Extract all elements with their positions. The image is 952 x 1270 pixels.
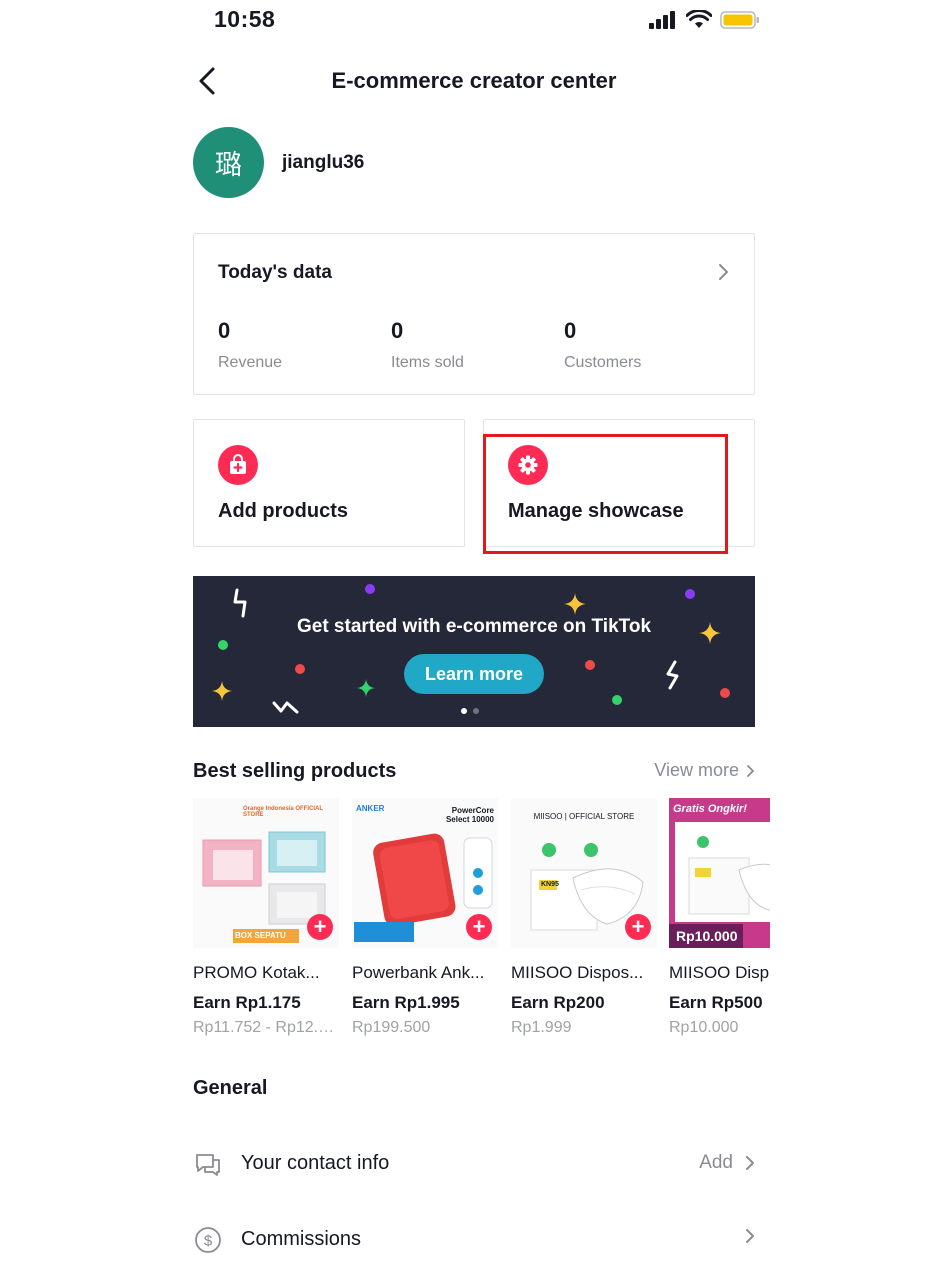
lightning-decoration-icon (233, 588, 247, 618)
shopping-bag-plus-icon (218, 445, 258, 485)
promo-banner[interactable]: Get started with e-commerce on TikTok Le… (193, 576, 755, 727)
product-earn: Earn Rp200 (511, 993, 605, 1012)
svg-text:$: $ (204, 1233, 213, 1250)
best-selling-title: Best selling products (193, 760, 397, 782)
view-more-link[interactable]: View more (654, 760, 755, 781)
stat-revenue: 0 Revenue (218, 318, 282, 372)
add-product-button[interactable]: + (625, 914, 651, 940)
username: jianglu36 (282, 151, 365, 173)
product-tag: KN95 (541, 881, 559, 888)
stat-label: Items sold (391, 354, 464, 371)
product-brand: Orange Indonesia OFFICIAL STORE (243, 806, 323, 818)
todays-data-title: Today's data (218, 262, 332, 283)
add-label: Add (699, 1152, 733, 1173)
banner-text: Get started with e-commerce on TikTok (296, 616, 652, 637)
avatar[interactable]: 璐 (193, 127, 264, 198)
cellular-signal-icon (649, 11, 675, 29)
product-image: MIISOO | OFFICIAL STORE KN95 + (511, 798, 657, 948)
confetti-dot (218, 640, 228, 650)
zigzag-decoration-icon (272, 701, 299, 714)
page-title: E-commerce creator center (331, 68, 617, 93)
product-earn: Earn Rp1.175 (193, 993, 301, 1012)
product-price: Rp10.000 (669, 1019, 739, 1036)
product-tag: PowerCore Select 10000 (445, 806, 494, 824)
product-image: ANKER PowerCore Select 10000 + (352, 798, 498, 948)
product-tag: Rp10.000 (676, 928, 738, 944)
confetti-dot (365, 584, 375, 594)
product-name: PROMO Kotak... (193, 963, 320, 982)
dollar-circle-icon: $ (195, 1227, 221, 1253)
view-more-label: View more (654, 760, 739, 780)
status-time: 10:58 (214, 6, 276, 32)
stat-label: Revenue (218, 354, 283, 371)
todays-data-card[interactable]: Today's data 0 Revenue 0 Items sold 0 Cu… (193, 233, 755, 395)
product-card[interactable]: ANKER PowerCore Select 10000 + Powerbank… (352, 798, 498, 1046)
carousel-dot-active[interactable] (461, 708, 467, 714)
product-name: MIISOO Dispos... (511, 963, 644, 982)
carousel-dot[interactable] (473, 708, 479, 714)
confetti-dot (585, 660, 595, 670)
product-card[interactable]: Orange Indonesia OFFICIAL STORE BOX SEPA… (193, 798, 339, 1046)
contact-info-action[interactable]: Add (699, 1152, 755, 1174)
add-product-button[interactable]: + (307, 914, 333, 940)
add-products-label: Add products (218, 500, 348, 522)
product-name: MIISOO Disp (669, 963, 770, 982)
product-earn: Earn Rp1.995 (352, 993, 460, 1012)
contact-info-label: Your contact info (241, 1152, 390, 1174)
gear-icon (508, 445, 548, 485)
stat-value: 0 (564, 318, 577, 343)
chevron-right-icon (746, 1229, 754, 1243)
sparkle-decoration-icon (356, 678, 376, 698)
stat-items-sold: 0 Items sold (391, 318, 464, 372)
stat-label: Customers (564, 354, 642, 371)
status-icons (648, 10, 760, 30)
product-image: Orange Indonesia OFFICIAL STORE BOX SEPA… (193, 798, 339, 948)
carousel-dots (461, 708, 479, 714)
wifi-icon (686, 10, 712, 28)
stat-value: 0 (391, 318, 404, 343)
contact-info-row[interactable]: Your contact info Add (193, 1139, 755, 1189)
confetti-dot (612, 695, 622, 705)
product-brand: Gratis Ongkir! (673, 803, 747, 815)
product-brand: ANKER (356, 804, 385, 813)
add-product-button[interactable]: + (466, 914, 492, 940)
product-brand: MIISOO | OFFICIAL STORE (533, 812, 635, 821)
chat-bubble-icon (196, 1154, 220, 1176)
product-price: Rp11.752 - Rp12.4... (193, 1019, 339, 1036)
chevron-right-icon (746, 1156, 754, 1170)
product-image: Gratis Ongkir! Rp10.000 (669, 798, 770, 948)
lightning-decoration-icon (666, 660, 679, 690)
commissions-action[interactable] (745, 1228, 755, 1244)
confetti-dot (685, 589, 695, 599)
best-selling-header: Best selling products View more (193, 758, 763, 786)
manage-showcase-label: Manage showcase (508, 500, 684, 522)
product-tag: BOX SEPATU (235, 931, 286, 940)
product-price: Rp1.999 (511, 1019, 572, 1036)
sparkle-decoration-icon (211, 680, 233, 702)
general-title: General (193, 1077, 268, 1099)
sparkle-decoration-icon (564, 593, 586, 615)
confetti-dot (720, 688, 730, 698)
manage-showcase-button[interactable]: Manage showcase (483, 419, 755, 547)
learn-more-button[interactable]: Learn more (404, 654, 544, 694)
battery-icon (720, 11, 759, 29)
product-earn: Earn Rp500 (669, 993, 763, 1012)
add-products-button[interactable]: Add products (193, 419, 465, 547)
stat-customers: 0 Customers (564, 318, 641, 372)
product-name: Powerbank Ank... (352, 963, 485, 982)
product-carousel[interactable]: Orange Indonesia OFFICIAL STORE BOX SEPA… (193, 798, 770, 1048)
product-card[interactable]: Gratis Ongkir! Rp10.000 MIISOO Disp Earn… (669, 798, 770, 1046)
product-price: Rp199.500 (352, 1019, 431, 1036)
product-card[interactable]: MIISOO | OFFICIAL STORE KN95 + MIISOO Di… (511, 798, 657, 1046)
profile: 璐 jianglu36 (193, 127, 364, 198)
commissions-label: Commissions (241, 1228, 362, 1250)
chevron-right-icon (747, 764, 754, 777)
stat-value: 0 (218, 318, 231, 343)
confetti-dot (295, 664, 305, 674)
status-bar: 10:58 (0, 0, 952, 44)
header: E-commerce creator center (0, 56, 952, 106)
commissions-row[interactable]: $ Commissions (193, 1215, 755, 1265)
chevron-right-icon (719, 264, 728, 280)
